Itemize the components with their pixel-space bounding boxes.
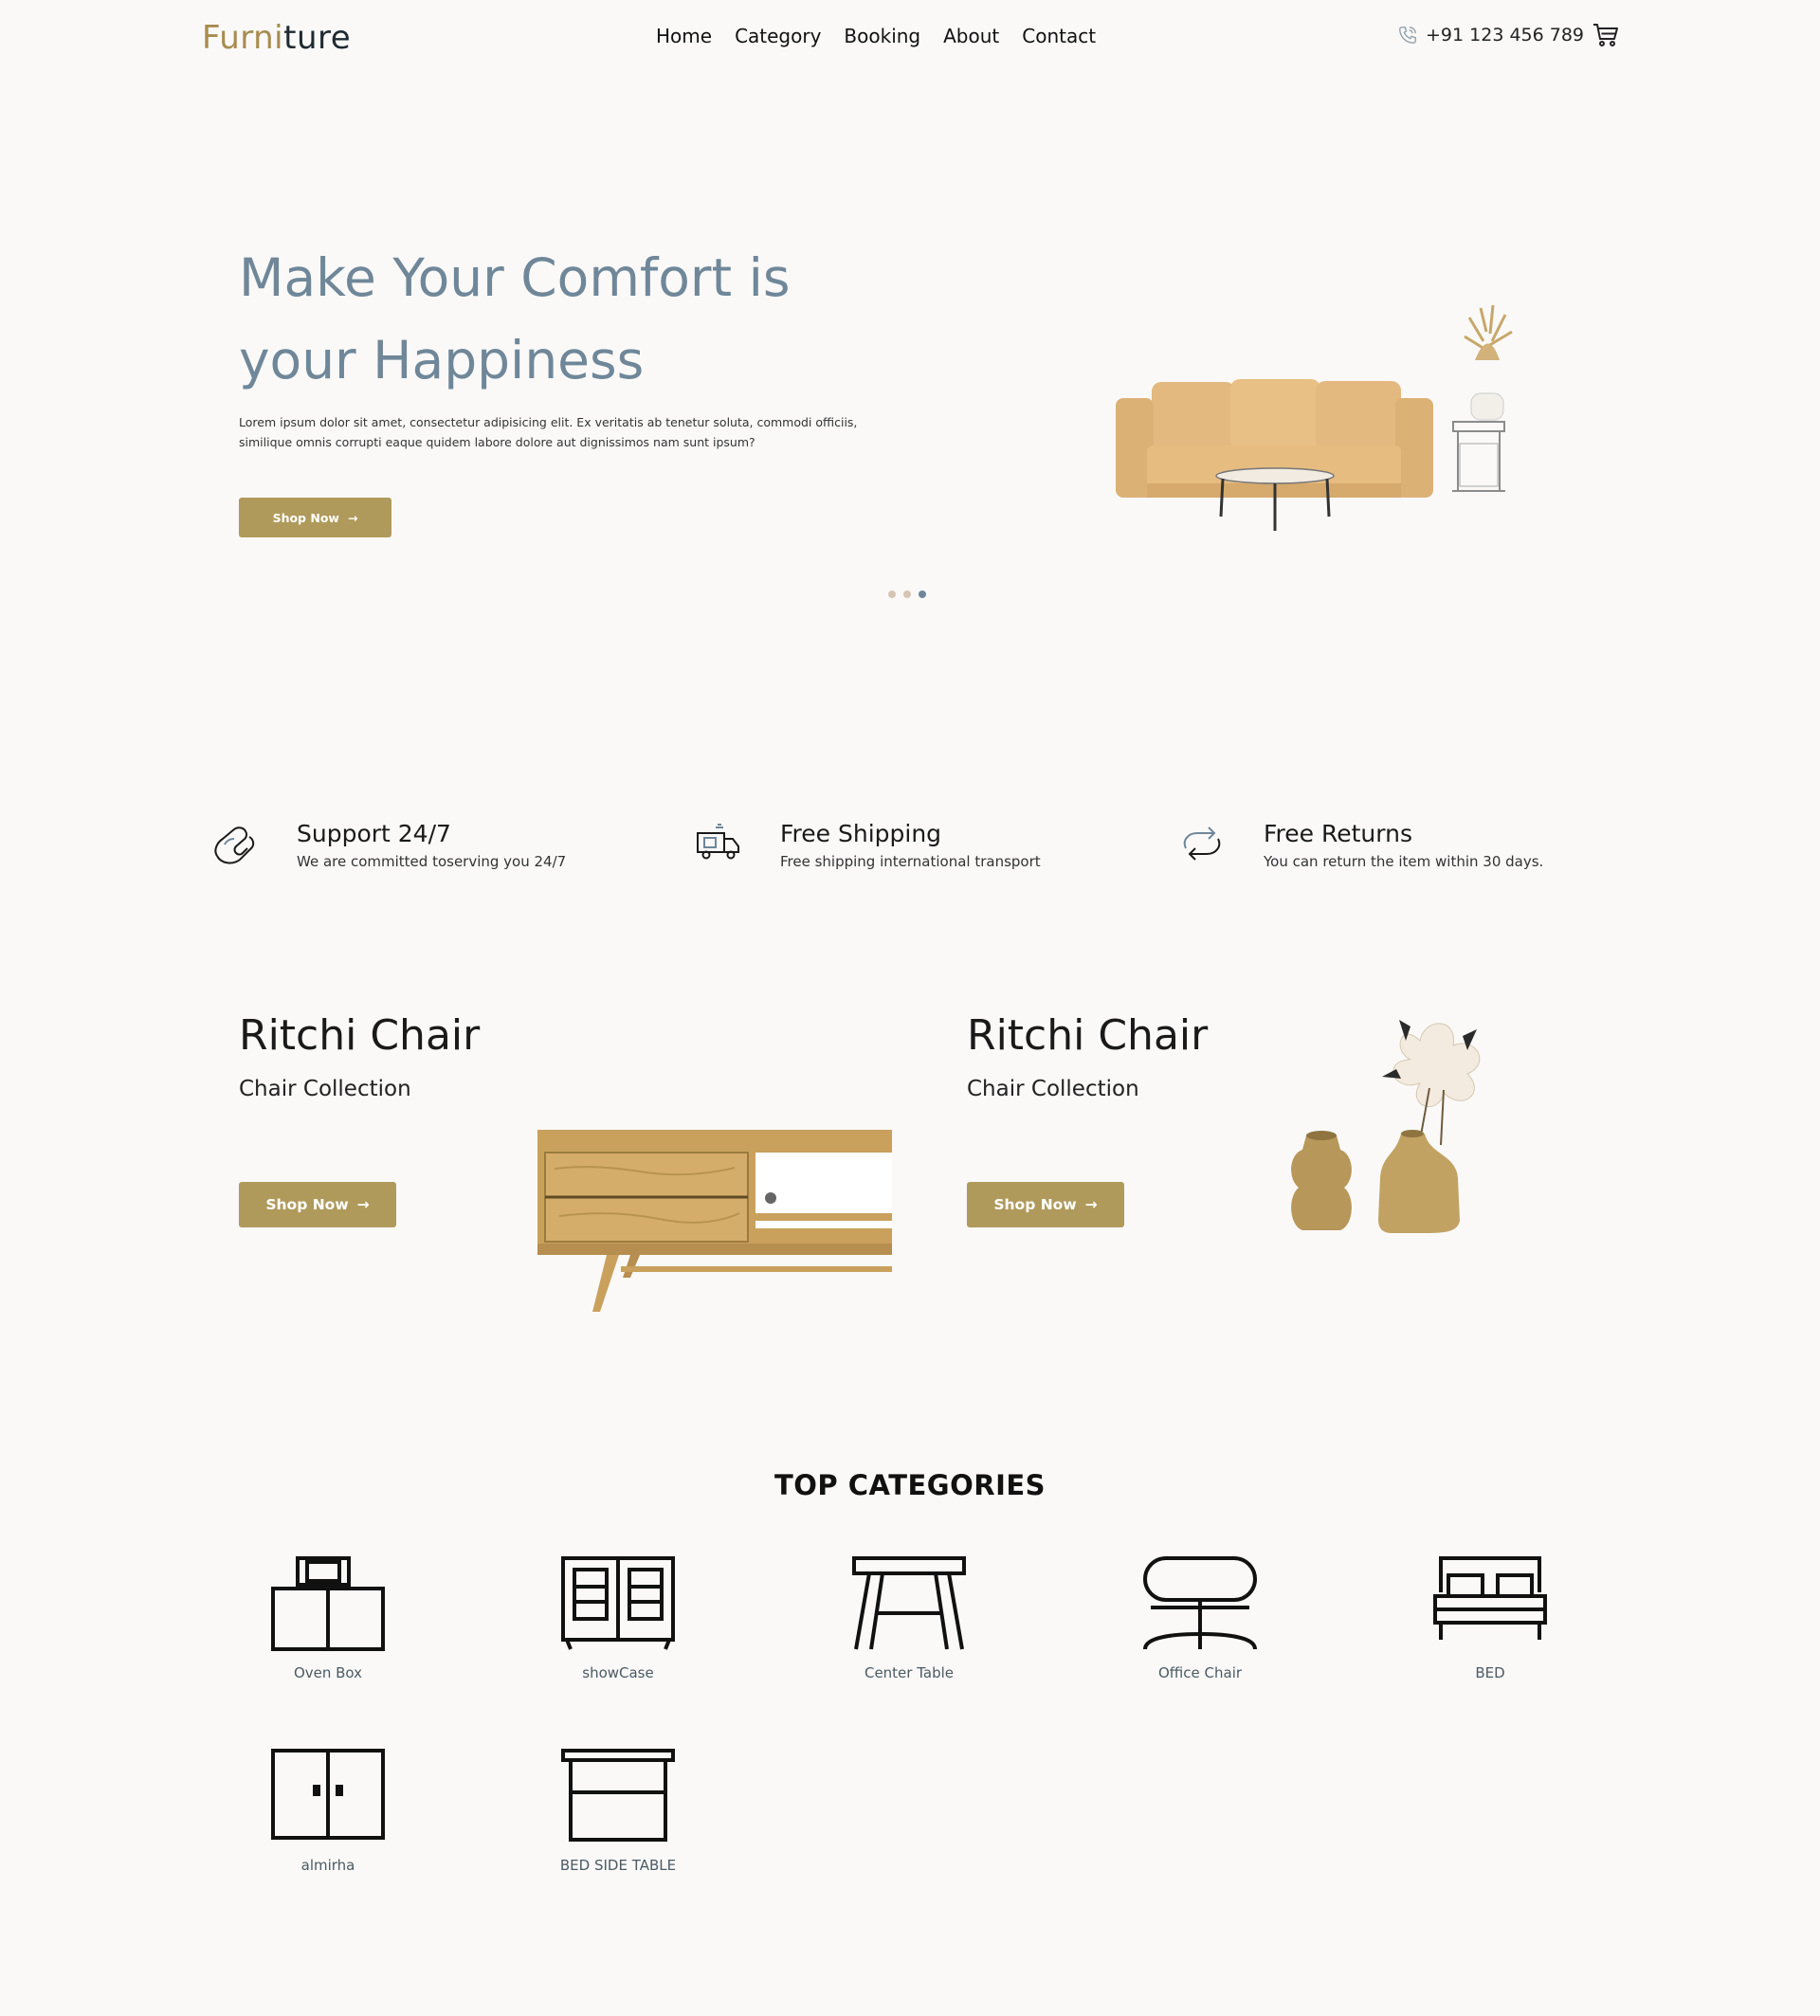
feature-returns: Free Returns You can return the item wit… [1178,820,1543,870]
category-office-chair[interactable]: Office Chair [1105,1554,1295,1681]
category-showcase[interactable]: showCase [523,1554,713,1681]
brand-logo[interactable]: Furniture [202,19,351,57]
office-chair-icon [1143,1556,1257,1650]
category-center-table[interactable]: Center Table [814,1554,1004,1681]
arrow-right-icon: → [347,510,358,525]
almirha-icon [271,1749,385,1840]
main-nav: Home Category Booking About Contact [656,25,1119,47]
header-phone[interactable]: +91 123 456 789 [1397,25,1584,45]
promo-title: Ritchi Chair [239,1011,481,1060]
nav-booking[interactable]: Booking [844,25,920,47]
feature-title: Support 24/7 [297,820,451,847]
promo-subtitle: Chair Collection [239,1077,411,1101]
tv-cabinet-image [537,1130,892,1312]
hero-title: Make Your Comfort is your Happiness [239,247,791,390]
bed-icon [1433,1556,1547,1640]
carousel-dot-active[interactable] [919,590,926,598]
hero-carousel-dots [888,590,926,598]
feature-title: Free Shipping [780,820,942,847]
nav-about[interactable]: About [943,25,999,47]
return-arrows-icon [1183,826,1221,861]
nav-home[interactable]: Home [656,25,712,47]
category-label: Oven Box [293,1664,363,1681]
promo-shop-now-button[interactable]: Shop Now → [239,1182,396,1227]
vases-image [1291,1020,1481,1233]
oven-box-icon [271,1556,385,1651]
delivery-truck-icon [697,824,739,860]
bed-side-table-icon [561,1749,675,1842]
center-table-icon [852,1556,966,1650]
feature-shipping: Free Shipping Free shipping internationa… [695,820,1041,870]
categories-heading: TOP CATEGORIES [774,1469,1046,1501]
category-label: Center Table [864,1664,955,1681]
category-label: BED [1475,1664,1505,1681]
promo-title: Ritchi Chair [967,1011,1209,1060]
feature-support: Support 24/7 We are committed toserving … [206,820,566,873]
feature-title: Free Returns [1264,820,1412,847]
phone-icon [1399,27,1416,44]
carousel-dot[interactable] [888,590,896,598]
category-label: almirha [300,1857,355,1874]
phone-number: +91 123 456 789 [1426,25,1585,45]
category-label: BED SIDE TABLE [559,1857,677,1874]
arrow-right-icon: → [356,1196,370,1213]
hero-description: Lorem ipsum dolor sit amet, consectetur … [239,415,858,449]
cart-icon [1593,24,1618,46]
nav-category[interactable]: Category [735,25,821,47]
category-bed-side-table[interactable]: BED SIDE TABLE [523,1747,713,1874]
cart-button[interactable] [1592,23,1619,51]
promo-shop-now-button[interactable]: Shop Now → [967,1182,1124,1227]
showcase-icon [561,1556,675,1650]
category-label: Office Chair [1157,1664,1243,1681]
category-almirha[interactable]: almirha [233,1747,423,1874]
promo-subtitle: Chair Collection [967,1077,1139,1101]
feature-text: We are committed toserving you 24/7 [297,853,567,870]
arrow-right-icon: → [1084,1196,1098,1213]
hero-shop-now-button[interactable]: Shop Now → [239,498,391,537]
feature-text: Free shipping international transport [780,853,1041,870]
feature-text: You can return the item within 30 days. [1264,853,1544,870]
phone-support-icon [214,826,255,864]
category-bed[interactable]: BED [1395,1554,1585,1681]
nav-contact[interactable]: Contact [1022,25,1096,47]
carousel-dot[interactable] [903,590,911,598]
category-oven-box[interactable]: Oven Box [233,1554,423,1681]
sofa-image [1116,304,1513,531]
category-label: showCase [582,1664,654,1681]
